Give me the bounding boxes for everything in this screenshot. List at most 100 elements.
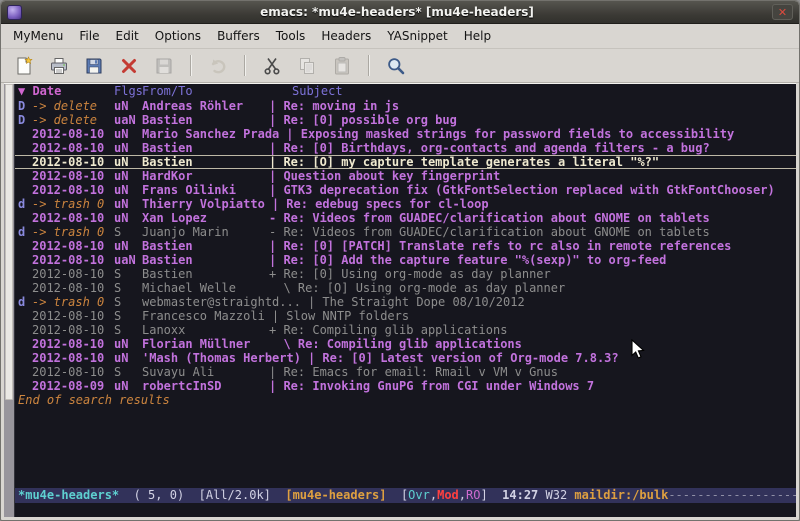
menu-item-yasnippet[interactable]: YASnippet: [379, 25, 456, 47]
close-icon: ✕: [778, 7, 787, 18]
from-cell: Juanjo Marin: [142, 225, 269, 239]
from-cell: Suvayu Ali: [142, 365, 269, 379]
cut-icon[interactable]: [259, 53, 285, 79]
mark-flag: [18, 169, 32, 183]
menu-item-file[interactable]: File: [71, 25, 107, 47]
date-cell: 2012-08-10: [32, 141, 114, 155]
menu-item-edit[interactable]: Edit: [108, 25, 147, 47]
mode-line-segment: maildir:/bulk: [574, 488, 668, 502]
mu4e-headers-buffer: ▼ Date Flgs From/To Subject D-> deleteuN…: [15, 84, 796, 517]
from-cell: Bastien: [142, 239, 269, 253]
message-row[interactable]: d-> trash 0SJuanjo Marin- Re: Videos fro…: [15, 225, 796, 239]
message-row[interactable]: d-> trash 0uNThierry Volpiatto| Re: edeb…: [15, 197, 796, 211]
message-row[interactable]: 2012-08-10uNBastien| Re: [0] [PATCH] Tra…: [15, 239, 796, 253]
toolbar-separator: [190, 55, 192, 76]
message-row[interactable]: D-> deleteuNAndreas Röhler| Re: moving i…: [15, 99, 796, 113]
mark-flag: d: [18, 225, 32, 239]
message-row[interactable]: 2012-08-09uNrobertcInSD| Re: Invoking Gn…: [15, 379, 796, 393]
menu-item-options[interactable]: Options: [147, 25, 209, 47]
close-icon[interactable]: [116, 53, 142, 79]
buffer-empty-space: [15, 407, 796, 488]
message-row[interactable]: 2012-08-10SMichael Welle \ Re: [O] Using…: [15, 281, 796, 295]
flags-cell: uN: [114, 127, 142, 141]
save-as-icon[interactable]: [151, 53, 177, 79]
message-row[interactable]: 2012-08-10uNFrans Oilinki| GTK3 deprecat…: [15, 183, 796, 197]
close-button[interactable]: ✕: [772, 4, 793, 20]
menu-item-headers[interactable]: Headers: [313, 25, 379, 47]
scrollbar-thumb[interactable]: [5, 84, 13, 400]
scrollbar[interactable]: [4, 84, 15, 517]
message-row[interactable]: 2012-08-10uaNBastien| Re: [0] Add the ca…: [15, 253, 796, 267]
save-icon[interactable]: [81, 53, 107, 79]
subject-cell: + Re: [0] Using org-mode as day planner: [269, 267, 551, 281]
subject-cell: | Re: Invoking GnuPG from CGI under Wind…: [269, 379, 594, 393]
flags-cell: uN: [114, 156, 142, 168]
from-cell: Frans Oilinki: [142, 183, 269, 197]
flags-cell: S: [114, 267, 142, 281]
from-cell: robertcInSD: [142, 379, 269, 393]
column-header-date[interactable]: ▼ Date: [18, 84, 114, 99]
mark-flag: [18, 281, 32, 295]
mark-flag: [18, 337, 32, 351]
from-cell: Thierry Volpiatto: [142, 197, 272, 211]
copy-icon[interactable]: [294, 53, 320, 79]
message-row[interactable]: 2012-08-10uNHardKor| Question about key …: [15, 169, 796, 183]
from-cell: Xan Lopez: [142, 211, 269, 225]
subject-cell: | Re: Emacs for email: Rmail v VM v Gnus: [269, 365, 558, 379]
date-cell: 2012-08-10: [32, 351, 114, 365]
menu-item-help[interactable]: Help: [456, 25, 499, 47]
menu-item-tools[interactable]: Tools: [268, 25, 314, 47]
date-cell: 2012-08-10: [32, 239, 114, 253]
from-cell: webmaster@straightd...: [142, 295, 308, 309]
from-cell: Bastien: [142, 141, 269, 155]
paste-icon[interactable]: [329, 53, 355, 79]
new-file-icon[interactable]: [11, 53, 37, 79]
flags-cell: S: [114, 309, 142, 323]
flags-cell: S: [114, 225, 142, 239]
flags-cell: uN: [114, 183, 142, 197]
end-of-results-text: End of search results: [15, 393, 796, 407]
column-header-from[interactable]: From/To: [142, 84, 276, 99]
date-cell: 2012-08-10: [32, 127, 114, 141]
column-header-subject[interactable]: Subject: [276, 84, 343, 99]
search-icon[interactable]: [383, 53, 409, 79]
mode-line-segment: [All/2.0k]: [199, 488, 286, 502]
menu-item-mymenu[interactable]: MyMenu: [5, 25, 71, 47]
from-cell: Bastien: [142, 267, 269, 281]
message-row[interactable]: 2012-08-10uNBastien| Re: [O] my capture …: [15, 155, 796, 169]
frame-content: ▼ Date Flgs From/To Subject D-> deleteuN…: [4, 83, 796, 517]
mark-flag: [18, 239, 32, 253]
flags-cell: uaN: [114, 113, 142, 127]
from-cell: Michael Welle: [142, 281, 269, 295]
print-icon[interactable]: [46, 53, 72, 79]
message-row[interactable]: 2012-08-10uN'Mash (Thomas Herbert)| Re: …: [15, 351, 796, 365]
subject-cell: | Re: [0] Add the capture feature "%(sex…: [269, 253, 666, 267]
column-header-flags[interactable]: Flgs: [114, 84, 142, 99]
subject-cell: | GTK3 deprecation fix (GtkFontSelection…: [269, 183, 775, 197]
mode-line: *mu4e-headers* ( 5, 0) [All/2.0k] [mu4e-…: [15, 488, 796, 503]
message-row[interactable]: d-> trash 0Swebmaster@straightd...| The …: [15, 295, 796, 309]
subject-cell: \ Re: Compiling glib applications: [269, 337, 522, 351]
subject-cell: \ Re: [O] Using org-mode as day planner: [269, 281, 565, 295]
subject-cell: | Re: [0] Birthdays, org-contacts and ag…: [269, 141, 710, 155]
date-cell: 2012-08-10: [32, 211, 114, 225]
undo-icon[interactable]: [205, 53, 231, 79]
message-row[interactable]: 2012-08-10SLanoxx+ Re: Compiling glib ap…: [15, 323, 796, 337]
message-row[interactable]: 2012-08-10uNXan Lopez- Re: Videos from G…: [15, 211, 796, 225]
window-title: emacs: *mu4e-headers* [mu4e-headers]: [28, 5, 766, 19]
message-row[interactable]: 2012-08-10uNMario Sanchez Prada| Exposin…: [15, 127, 796, 141]
mark-flag: D: [18, 113, 32, 127]
message-row[interactable]: 2012-08-10SSuvayu Ali| Re: Emacs for ema…: [15, 365, 796, 379]
subject-cell: | The Straight Dope 08/10/2012: [308, 295, 525, 309]
message-row[interactable]: 2012-08-10SFrancesco Mazzoli| Slow NNTP …: [15, 309, 796, 323]
message-row[interactable]: 2012-08-10uNBastien| Re: [0] Birthdays, …: [15, 141, 796, 155]
message-row[interactable]: D-> deleteuaNBastien| Re: [0] possible o…: [15, 113, 796, 127]
menu-item-buffers[interactable]: Buffers: [209, 25, 268, 47]
message-row[interactable]: 2012-08-10uNFlorian Müllner \ Re: Compil…: [15, 337, 796, 351]
window-menu-icon[interactable]: [7, 5, 22, 20]
flags-cell: uN: [114, 197, 142, 211]
echo-area: [15, 503, 796, 517]
message-row[interactable]: 2012-08-10SBastien+ Re: [0] Using org-mo…: [15, 267, 796, 281]
flags-cell: uN: [114, 211, 142, 225]
from-cell: 'Mash (Thomas Herbert): [142, 351, 308, 365]
